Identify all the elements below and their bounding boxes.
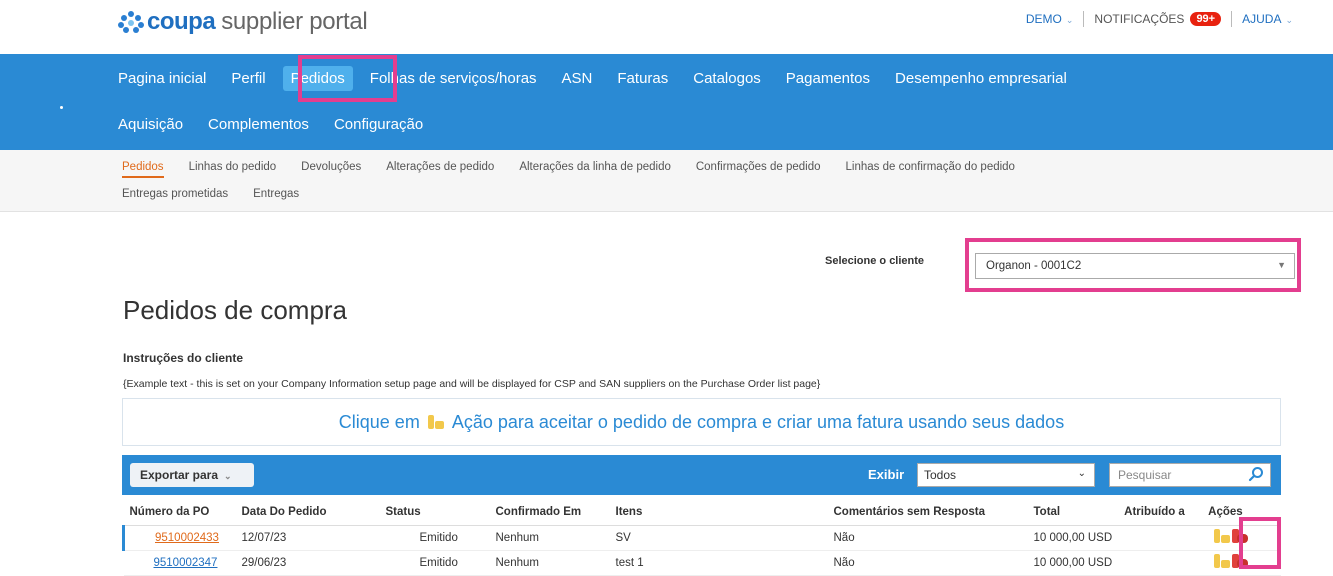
user-menu-label: DEMO — [1025, 12, 1062, 26]
user-menu[interactable]: DEMO ⌄ — [1026, 12, 1074, 26]
chevron-down-icon: ⌄ — [1285, 15, 1293, 25]
col-header-comments[interactable]: Comentários sem Resposta — [827, 499, 1028, 526]
coin-stack-icon[interactable] — [1214, 529, 1231, 543]
unanswered-comments: Não — [827, 550, 1028, 576]
col-header-confirmed[interactable]: Confirmado Em — [489, 499, 610, 526]
logo-portal-text: supplier portal — [221, 8, 368, 35]
search-input[interactable]: Pesquisar — [1109, 463, 1271, 487]
order-items: test 1 — [609, 550, 828, 576]
col-header-items[interactable]: Itens — [609, 499, 828, 526]
chevron-down-icon: ⌄ — [1077, 468, 1086, 479]
search-placeholder: Pesquisar — [1118, 468, 1172, 482]
coin-stack-icon[interactable] — [1214, 554, 1231, 568]
coupa-logo-icon — [118, 11, 144, 33]
main-nav: Pagina inicial Perfil Pedidos Folhas de … — [0, 54, 1333, 150]
orders-table: Número da PO Data Do Pedido Status Confi… — [122, 499, 1281, 576]
subnav-item-confirmacoes[interactable]: Confirmações de pedido — [696, 161, 821, 178]
coupa-logo[interactable]: coupa supplier portal — [118, 8, 368, 36]
table-toolbar: Exportar para ⌄ Exibir Todos ⌄ Pesquisar — [122, 455, 1281, 495]
divider — [1083, 11, 1085, 27]
order-date: 29/06/23 — [235, 550, 380, 576]
nav-item-pagina-inicial[interactable]: Pagina inicial — [118, 70, 206, 87]
table-row: 9510002433 12/07/23 Emitido Nenhum SV Nã… — [122, 525, 1281, 551]
page-title: Pedidos de compra — [123, 295, 348, 325]
subnav-item-alteracoes-linha[interactable]: Alterações da linha de pedido — [519, 161, 671, 178]
nav-item-desempenho[interactable]: Desempenho empresarial — [895, 70, 1067, 87]
subnav-item-entregas-prometidas[interactable]: Entregas prometidas — [122, 188, 228, 200]
confirmed-at: Nenhum — [489, 525, 610, 551]
nav-item-configuracao[interactable]: Configuração — [334, 116, 423, 133]
assigned-to — [1118, 525, 1203, 551]
help-menu-label: AJUDA — [1242, 12, 1282, 26]
export-button[interactable]: Exportar para ⌄ — [130, 463, 254, 487]
col-header-status[interactable]: Status — [379, 499, 490, 526]
instructions-text: {Example text - this is set on your Comp… — [123, 378, 821, 390]
nav-item-perfil[interactable]: Perfil — [231, 70, 265, 87]
instructions-title: Instruções do cliente — [123, 351, 244, 365]
order-total: 10 000,00 USD — [1027, 550, 1119, 576]
order-status: Emitido — [379, 525, 490, 551]
nav-item-aquisicao[interactable]: Aquisição — [118, 116, 183, 133]
notifications-menu[interactable]: NOTIFICAÇÕES 99+ — [1094, 12, 1222, 26]
order-items: SV — [609, 525, 828, 551]
col-header-date[interactable]: Data Do Pedido — [235, 499, 380, 526]
col-header-po[interactable]: Número da PO — [123, 499, 236, 526]
nav-item-pagamentos[interactable]: Pagamentos — [786, 70, 870, 87]
nav-dot — [60, 106, 63, 109]
subnav-item-linhas-do-pedido[interactable]: Linhas do pedido — [189, 161, 277, 178]
client-select-label: Selecione o cliente — [825, 255, 925, 267]
po-link[interactable]: 9510002433 — [155, 532, 219, 544]
sub-nav: Pedidos Linhas do pedido Devoluções Alte… — [0, 150, 1333, 212]
confirmed-at: Nenhum — [489, 550, 610, 576]
order-status: Emitido — [379, 550, 490, 576]
banner-text-after: Ação para aceitar o pedido de compra e c… — [451, 411, 1065, 432]
logo-brand-text: coupa — [147, 8, 216, 35]
coin-stack-icon — [427, 415, 444, 429]
subnav-item-pedidos[interactable]: Pedidos — [122, 161, 164, 178]
highlight-box-actions — [1239, 517, 1281, 569]
table-row: 9510002347 29/06/23 Emitido Nenhum test … — [123, 550, 1281, 576]
help-menu[interactable]: AJUDA ⌄ — [1242, 12, 1293, 26]
search-icon[interactable] — [1248, 466, 1264, 482]
nav-item-asn[interactable]: ASN — [562, 70, 593, 87]
view-filter-label: Exibir — [868, 467, 905, 482]
col-header-total[interactable]: Total — [1027, 499, 1119, 526]
sub-nav-row-1: Pedidos Linhas do pedido Devoluções Alte… — [122, 161, 1040, 178]
sub-nav-row-2: Entregas prometidas Entregas — [122, 188, 324, 200]
banner-text-before: Clique em — [338, 411, 420, 432]
unanswered-comments: Não — [827, 525, 1028, 551]
subnav-item-linhas-confirmacao[interactable]: Linhas de confirmação do pedido — [846, 161, 1015, 178]
nav-item-complementos[interactable]: Complementos — [208, 116, 309, 133]
view-filter-select[interactable]: Todos ⌄ — [917, 463, 1095, 487]
main-nav-row-2: Aquisição Complementos Configuração — [118, 110, 448, 138]
highlight-box-client — [965, 238, 1301, 292]
main-nav-row-1: Pagina inicial Perfil Pedidos Folhas de … — [118, 64, 1092, 92]
table-header-row: Número da PO Data Do Pedido Status Confi… — [123, 499, 1281, 526]
notifications-label: NOTIFICAÇÕES — [1094, 12, 1185, 26]
view-filter-value: Todos — [924, 468, 957, 482]
subnav-item-entregas[interactable]: Entregas — [253, 188, 299, 200]
po-link[interactable]: 9510002347 — [154, 557, 218, 569]
export-button-label: Exportar para — [140, 468, 219, 482]
notifications-badge: 99+ — [1190, 12, 1222, 26]
chevron-down-icon: ⌄ — [224, 471, 232, 481]
nav-item-faturas[interactable]: Faturas — [617, 70, 668, 87]
col-header-assigned[interactable]: Atribuído a — [1118, 499, 1203, 526]
nav-item-catalogos[interactable]: Catalogos — [693, 70, 761, 87]
highlight-box-pedidos — [298, 55, 397, 102]
assigned-to — [1118, 550, 1203, 576]
divider — [1231, 11, 1233, 27]
order-date: 12/07/23 — [235, 525, 380, 551]
action-banner: Clique em Ação para aceitar o pedido de … — [122, 398, 1281, 446]
subnav-item-alteracoes-pedido[interactable]: Alterações de pedido — [386, 161, 494, 178]
top-bar: coupa supplier portal DEMO ⌄ NOTIFICAÇÕES… — [0, 0, 1333, 44]
chevron-down-icon: ⌄ — [1065, 15, 1074, 25]
top-right-menu: DEMO ⌄ NOTIFICAÇÕES 99+ AJUDA ⌄ — [1026, 11, 1293, 27]
order-total: 10 000,00 USD — [1027, 525, 1119, 551]
subnav-item-devolucoes[interactable]: Devoluções — [301, 161, 361, 178]
